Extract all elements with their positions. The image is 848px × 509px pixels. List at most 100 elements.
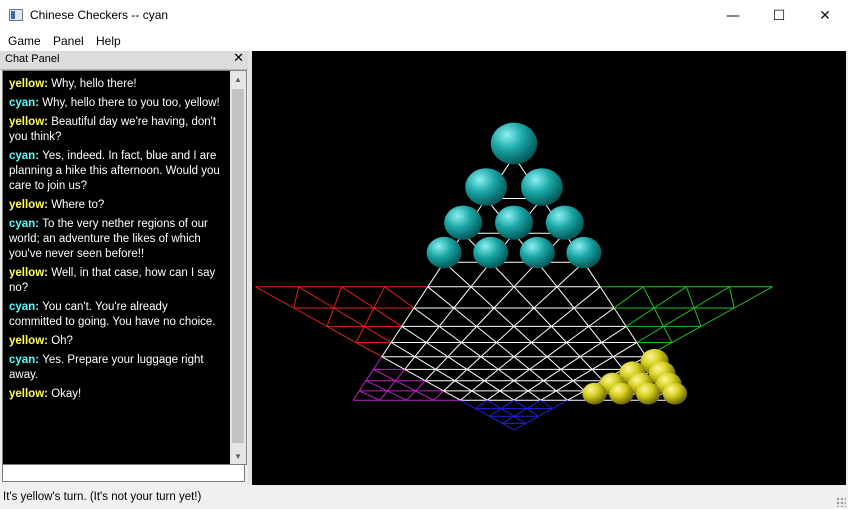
- board-grid-line: [489, 408, 502, 417]
- board-grid-line: [653, 307, 665, 327]
- maximize-button[interactable]: ☐: [756, 0, 802, 31]
- board-grid-line: [513, 408, 528, 417]
- cyan-piece[interactable]: [426, 236, 462, 269]
- board-grid-line: [390, 342, 416, 358]
- board-grid-line: [513, 399, 528, 410]
- board-grid-line: [502, 422, 515, 431]
- board-grid-line: [384, 286, 415, 309]
- board-grid-line: [460, 390, 473, 401]
- board-grid-line: [413, 286, 429, 309]
- board-grid-line: [443, 390, 461, 401]
- board-grid-line: [588, 307, 615, 327]
- board-grid-line: [543, 368, 562, 382]
- board-grid-line: [373, 286, 386, 309]
- board-grid-line: [381, 356, 405, 370]
- board-grid-line: [551, 307, 575, 327]
- board-grid-line: [493, 307, 515, 327]
- board-grid-line: [404, 368, 426, 382]
- menu-help[interactable]: Help: [96, 34, 121, 48]
- cyan-piece[interactable]: [444, 205, 483, 240]
- board-grid-line: [470, 286, 495, 309]
- board-grid-line: [625, 326, 638, 343]
- chat-message: yellow: Oh?: [9, 335, 73, 347]
- board-grid-line: [663, 326, 673, 343]
- chat-message-text: Why, hello there to you too, yellow!: [42, 97, 220, 109]
- board-grid-line: [363, 307, 375, 327]
- yellow-piece[interactable]: [636, 382, 661, 405]
- scroll-down-icon[interactable]: ▼: [230, 448, 246, 464]
- chat-message-sender: yellow: [9, 199, 45, 211]
- board-grid-line: [567, 390, 585, 401]
- board-grid-line: [352, 390, 360, 401]
- board-grid-line: [525, 415, 539, 424]
- chat-message: cyan: You can't. You're already committe…: [9, 301, 216, 328]
- yellow-piece[interactable]: [609, 382, 634, 405]
- board-grid-line: [401, 307, 415, 327]
- board-grid-line: [435, 368, 456, 382]
- board-grid-line: [471, 390, 488, 401]
- board-grid-line: [415, 390, 434, 401]
- board-grid-line: [513, 390, 529, 401]
- chat-input[interactable]: [2, 464, 245, 482]
- cyan-piece[interactable]: [490, 122, 538, 165]
- cyan-piece[interactable]: [519, 236, 555, 269]
- menu-game[interactable]: Game: [8, 34, 41, 48]
- board-grid-line: [358, 380, 367, 392]
- board-grid-line: [454, 380, 473, 392]
- chat-scrollbar[interactable]: ▲ ▼: [230, 71, 246, 464]
- board-grid-line: [579, 356, 593, 370]
- board-grid-line: [533, 307, 552, 327]
- board-grid-line: [493, 286, 515, 309]
- board-pieces: [426, 122, 687, 405]
- board-grid-line: [573, 307, 590, 327]
- cyan-piece[interactable]: [473, 236, 509, 269]
- board-grid-line: [543, 380, 557, 392]
- board-grid-line: [499, 390, 515, 401]
- cyan-piece[interactable]: [465, 168, 507, 206]
- board-grid-line: [424, 369, 437, 382]
- board-grid-line: [612, 342, 638, 358]
- board-grid-line: [454, 369, 468, 382]
- cyan-piece[interactable]: [545, 205, 584, 240]
- board-grid-line: [476, 326, 497, 343]
- board-grid-line: [540, 390, 557, 401]
- cyan-piece[interactable]: [495, 205, 533, 240]
- chat-panel-close-icon[interactable]: ✕: [233, 51, 244, 66]
- board-grid-line: [533, 286, 558, 309]
- chat-message-text: Where to?: [51, 199, 105, 211]
- chat-message: yellow: Beautiful day we're having, don'…: [9, 116, 217, 143]
- resize-grip-icon[interactable]: [836, 497, 846, 507]
- chat-message: yellow: Okay!: [9, 388, 82, 400]
- board-grid-line: [333, 286, 343, 309]
- menu-panel[interactable]: Panel: [53, 34, 84, 48]
- board-grid-line: [513, 415, 526, 424]
- cyan-piece[interactable]: [566, 236, 602, 269]
- board-grid-line: [527, 380, 544, 392]
- board-grid-line: [365, 380, 388, 392]
- cyan-piece[interactable]: [521, 168, 563, 206]
- yellow-piece[interactable]: [582, 382, 607, 405]
- scroll-up-icon[interactable]: ▲: [230, 71, 246, 87]
- board-grid-line: [531, 326, 552, 343]
- chat-log[interactable]: yellow: Why, hello there! cyan: Why, hell…: [2, 70, 247, 465]
- chat-message-sender: yellow: [9, 78, 45, 90]
- chat-message-list: yellow: Why, hello there! cyan: Why, hell…: [9, 77, 221, 406]
- chat-message-sender: cyan: [9, 150, 36, 162]
- board-grid-line: [427, 286, 455, 309]
- board-view[interactable]: [252, 51, 846, 485]
- chat-message-sender: cyan: [9, 97, 36, 109]
- board-grid-line: [404, 356, 416, 370]
- close-button[interactable]: ✕: [802, 0, 848, 31]
- board-grid-line: [379, 390, 388, 401]
- game-board[interactable]: [252, 51, 846, 485]
- chat-message-sender: cyan: [9, 354, 36, 366]
- yellow-piece[interactable]: [662, 382, 687, 405]
- board-grid-line: [502, 415, 515, 424]
- board-grid-line: [496, 342, 515, 358]
- board-grid-line: [513, 422, 526, 431]
- board-grid-line: [513, 380, 529, 392]
- scroll-thumb[interactable]: [232, 89, 244, 443]
- chat-message-text: Why, hello there!: [51, 78, 137, 90]
- minimize-button[interactable]: —: [710, 0, 756, 31]
- board-grid-line: [453, 307, 477, 327]
